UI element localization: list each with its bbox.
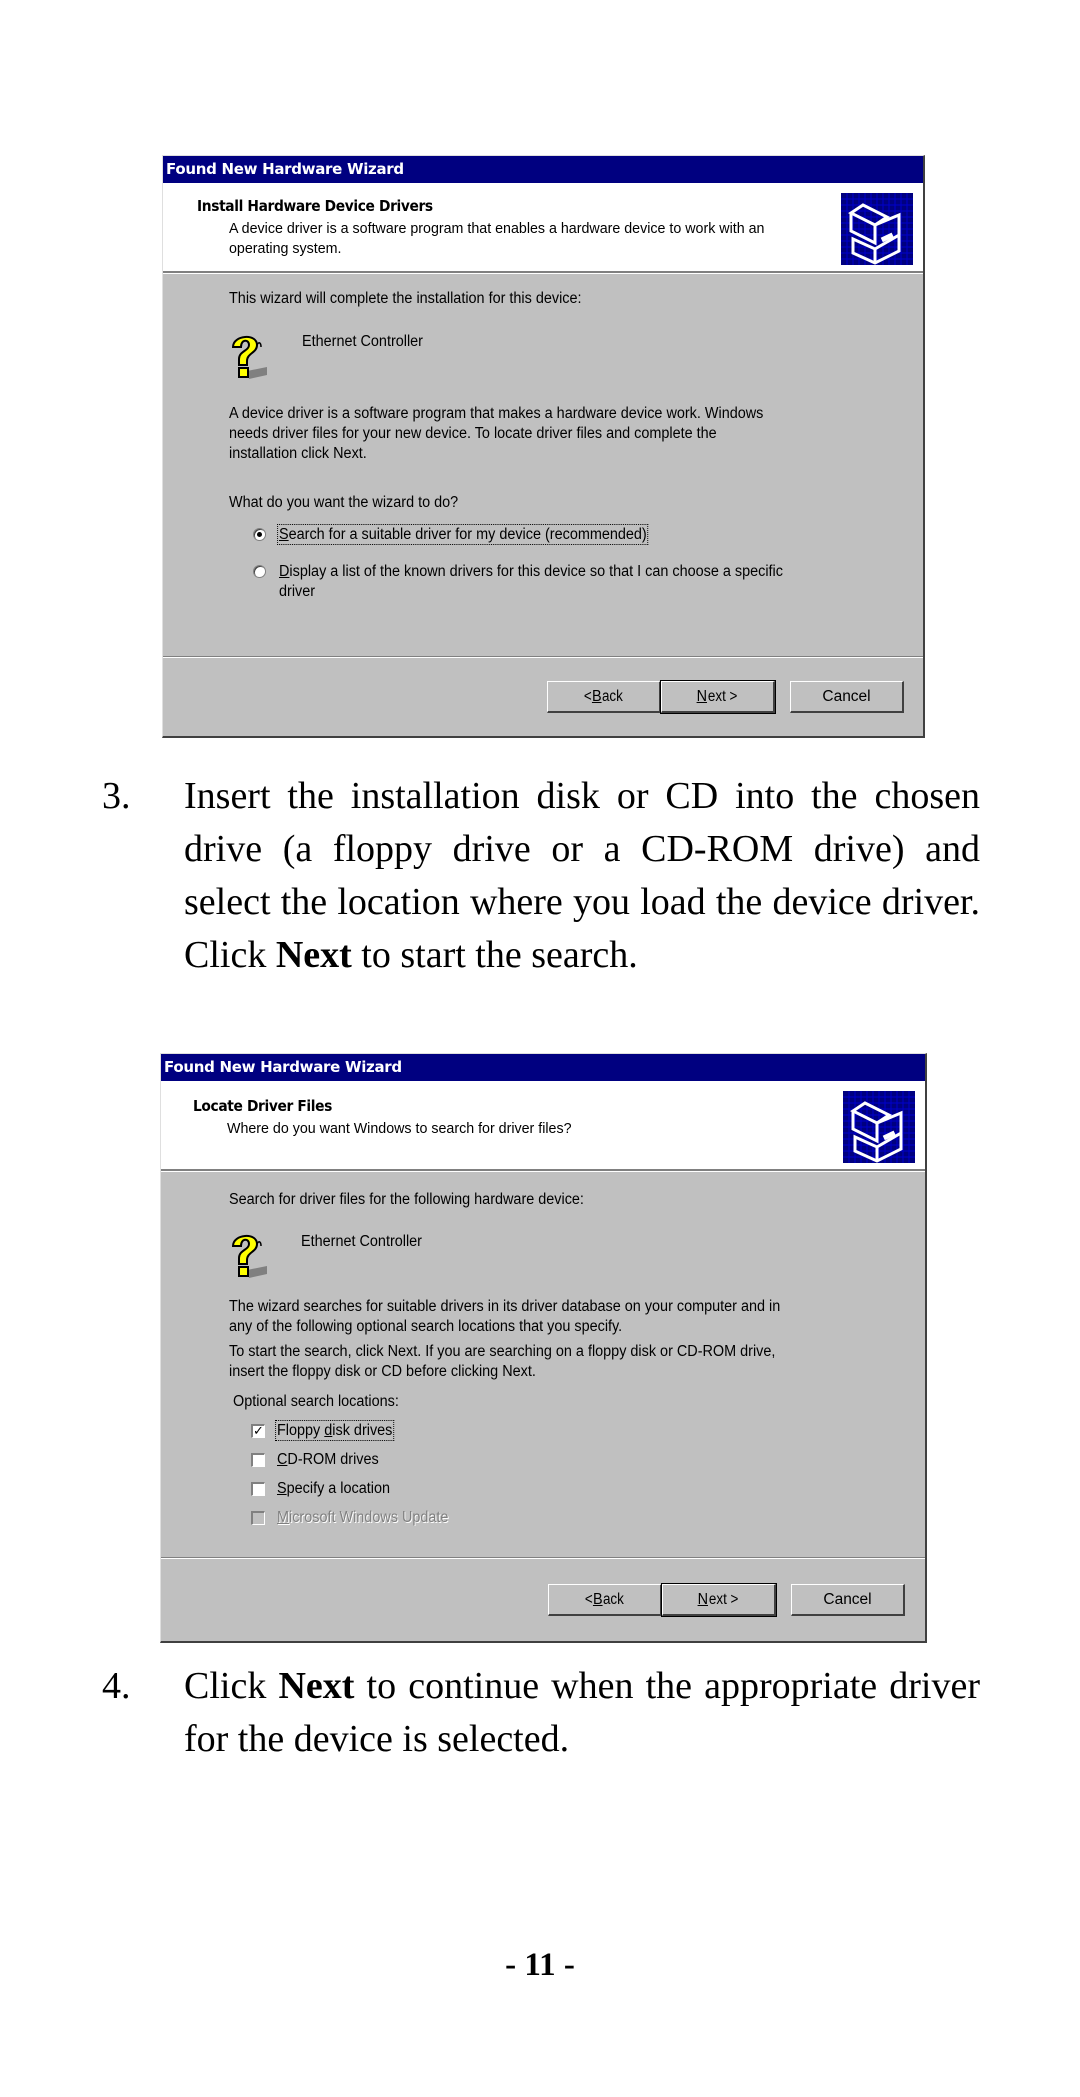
cancel-button[interactable]: Cancel — [790, 681, 904, 713]
specify-location-label[interactable]: Specify a location — [277, 1479, 390, 1499]
unknown-device-question-icon — [231, 1235, 267, 1278]
locations-label: Optional search locations: — [233, 1393, 399, 1410]
option-text: isplay a list of the known drivers for t… — [289, 563, 783, 580]
option-text: earch for a suitable driver for my devic… — [288, 526, 647, 543]
back-button[interactable]: < Back — [547, 681, 661, 713]
step-text: Insert the installation disk or CD into … — [184, 775, 980, 976]
next-button[interactable]: Next > — [661, 1583, 777, 1617]
button-separator — [161, 1557, 925, 1559]
radio-display-list[interactable] — [253, 565, 266, 578]
step-text: Click Next to continue when the appropri… — [184, 1665, 980, 1760]
checkbox-windows-update — [251, 1511, 265, 1525]
description-line: To start the search, click Next. If you … — [229, 1343, 776, 1360]
wizard-dialog-locate-drivers: Found New Hardware Wizard Locate Driver … — [160, 1053, 927, 1643]
wizard-question: What do you want the wizard to do? — [229, 494, 459, 511]
search-instructions: To start the search, click Next. If you … — [229, 1342, 775, 1382]
intro-text: This wizard will complete the installati… — [229, 290, 582, 307]
description-line: any of the following optional search loc… — [229, 1318, 623, 1335]
windows-update-label: Microsoft Windows Update — [277, 1509, 449, 1526]
checkbox-cdrom-drives[interactable] — [251, 1453, 265, 1467]
floppy-drives-label[interactable]: Floppy disk drives — [275, 1420, 395, 1441]
page-number: - 11 - — [505, 1947, 575, 1983]
option-text-line2: driver — [279, 583, 316, 600]
dialog-header: Install Hardware Device Drivers A device… — [163, 183, 923, 273]
hardware-wizard-icon — [841, 193, 913, 265]
focused-option-label[interactable]: Search for a suitable driver for my devi… — [277, 524, 649, 545]
driver-description: A device driver is a software program th… — [229, 404, 763, 464]
description-line: installation click Next. — [229, 445, 367, 462]
checkbox-specify-location[interactable] — [251, 1482, 265, 1496]
header-title: Install Hardware Device Drivers — [197, 197, 433, 215]
dialog-titlebar: Found New Hardware Wizard — [163, 156, 923, 183]
wizard-dialog-install-drivers: Found New Hardware Wizard Install Hardwa… — [162, 155, 925, 738]
dialog-titlebar: Found New Hardware Wizard — [161, 1054, 925, 1081]
header-subtitle: Where do you want Windows to search for … — [227, 1120, 572, 1137]
header-subtitle: A device driver is a software program th… — [229, 220, 765, 257]
radio-search-driver[interactable] — [253, 528, 266, 541]
dialog-header: Locate Driver Files Where do you want Wi… — [161, 1081, 925, 1171]
intro-text: Search for driver files for the followin… — [229, 1191, 584, 1208]
option-search-label[interactable]: Search for a suitable driver for my devi… — [277, 524, 649, 545]
unknown-device-question-icon — [231, 336, 267, 379]
cancel-button[interactable]: Cancel — [791, 1584, 905, 1616]
description-line: A device driver is a software program th… — [229, 405, 764, 422]
step-number: 4. — [102, 1665, 131, 1707]
option-display-label[interactable]: Display a list of the known drivers for … — [279, 562, 783, 602]
device-name: Ethernet Controller — [301, 1233, 422, 1250]
device-name: Ethernet Controller — [302, 333, 423, 350]
step-3: 3. Insert the installation disk or CD in… — [102, 770, 1002, 1040]
header-title: Locate Driver Files — [193, 1097, 332, 1115]
step-number: 3. — [102, 775, 131, 817]
accelerator-key: D — [279, 563, 290, 580]
description-line: The wizard searches for suitable drivers… — [229, 1298, 781, 1315]
cdrom-drives-label[interactable]: CD-ROM drives — [277, 1450, 379, 1470]
search-description: The wizard searches for suitable drivers… — [229, 1297, 780, 1337]
accelerator-key: S — [279, 526, 289, 543]
description-line: needs driver files for your new device. … — [229, 425, 717, 442]
bold-next: Next — [275, 934, 352, 976]
back-button[interactable]: < Back — [548, 1584, 662, 1616]
description-line: insert the floppy disk or CD before clic… — [229, 1363, 536, 1380]
hardware-wizard-icon — [843, 1091, 915, 1163]
checkbox-floppy-drives[interactable]: ✓ — [251, 1424, 265, 1438]
button-separator — [163, 656, 923, 658]
bold-next: Next — [278, 1665, 355, 1707]
step-4: 4. Click Next to continue when the appro… — [102, 1660, 1002, 1770]
next-button[interactable]: Next > — [660, 680, 776, 714]
